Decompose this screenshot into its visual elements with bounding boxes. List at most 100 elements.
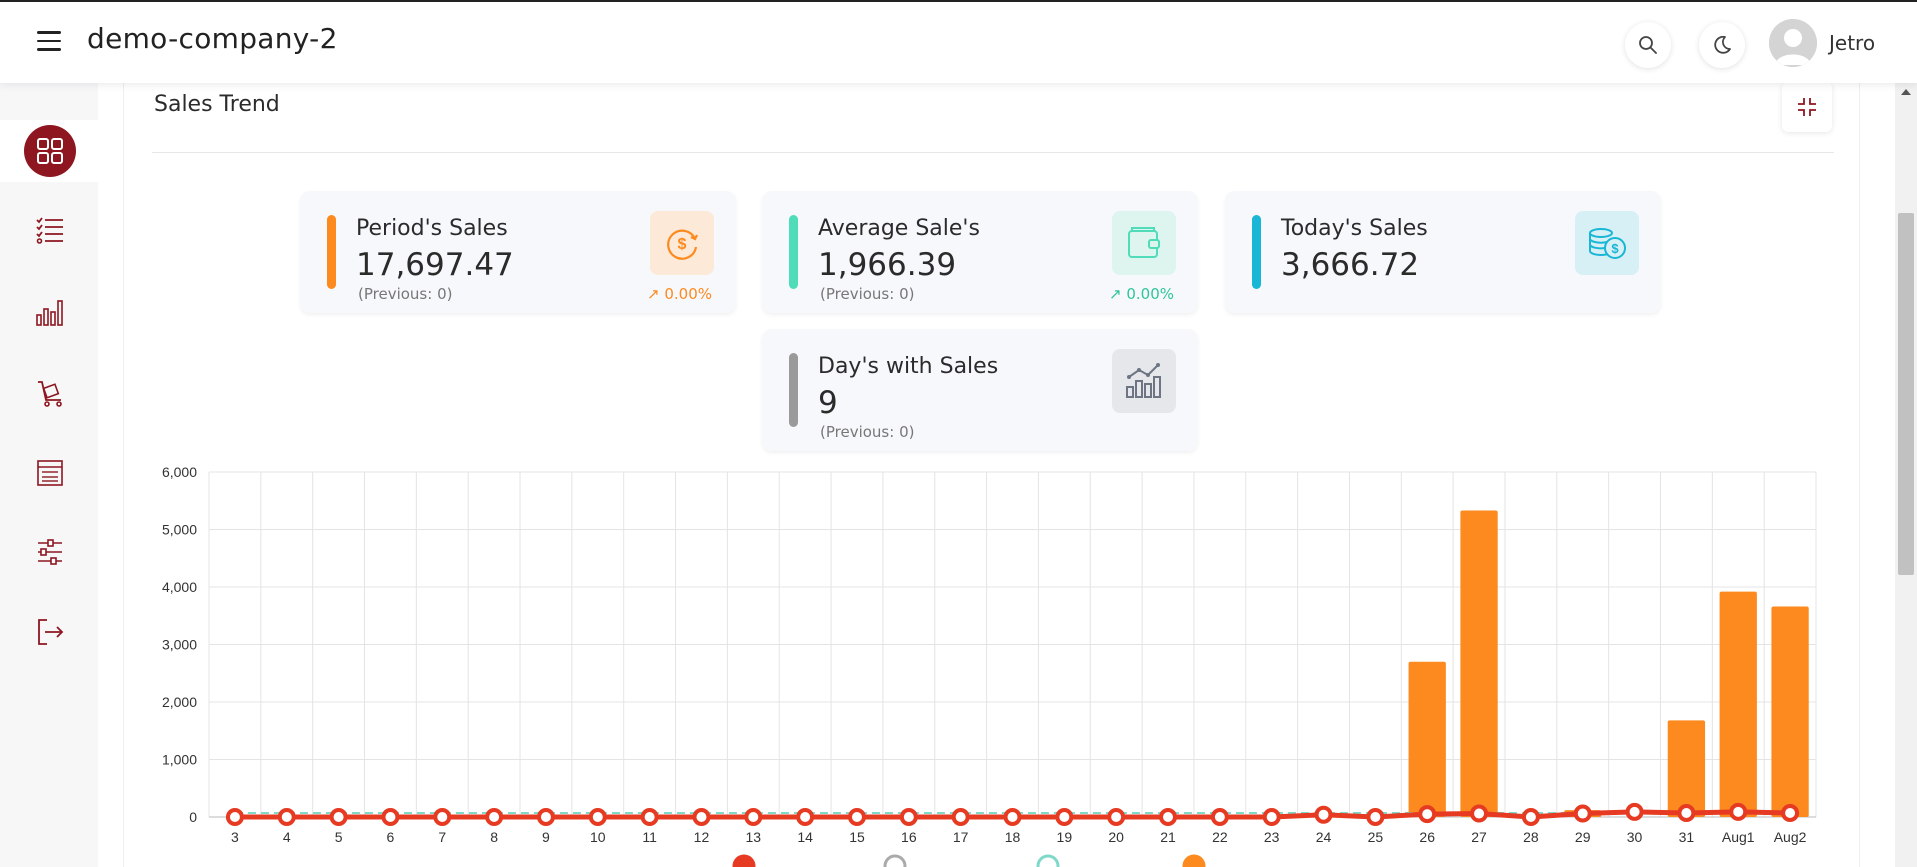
x-tick-label: Aug2 [1774, 829, 1807, 845]
scroll-up-arrow-icon[interactable] [1901, 89, 1911, 95]
moon-icon [1714, 35, 1731, 54]
sidebar-item-records[interactable] [24, 447, 76, 499]
kpi-accent-bar [789, 215, 798, 289]
x-tick-label: 16 [901, 829, 917, 845]
x-tick-label: 11 [642, 829, 657, 845]
x-tick-label: 27 [1471, 829, 1487, 845]
sidebar-item-checklist[interactable] [24, 204, 76, 256]
line-point [277, 808, 296, 826]
sliders-icon [38, 539, 62, 565]
line-point [536, 808, 555, 826]
kpi-change-value: 0.00% [1126, 285, 1174, 303]
bar [1408, 661, 1446, 817]
x-tick-label: 21 [1160, 829, 1176, 845]
hamburger-icon[interactable] [37, 31, 61, 51]
x-tick-label: 31 [1679, 829, 1695, 845]
kpi-value: 17,697.47 [356, 247, 514, 283]
x-tick-label: 8 [490, 829, 498, 845]
search-icon [1639, 36, 1657, 54]
line-point [1625, 802, 1644, 821]
search-button[interactable] [1625, 22, 1671, 68]
kpi-card-todays-sales: Today's Sales 3,666.72 $ [1225, 191, 1661, 313]
sidebar-item-settings[interactable] [24, 526, 76, 578]
kpi-icon-box: $ [1575, 211, 1639, 275]
line-point [640, 808, 659, 826]
bar [1667, 720, 1706, 817]
page-scrollbar[interactable] [1895, 83, 1917, 867]
y-tick-label: 5,000 [162, 522, 197, 538]
kpi-icon-box: $ [650, 211, 714, 275]
section-divider [152, 152, 1834, 153]
trend-up-icon: ↗ [1109, 285, 1127, 303]
kpi-previous: (Previous: 0) [358, 285, 453, 303]
x-tick-label: 12 [694, 829, 710, 845]
line-point [485, 808, 504, 826]
x-tick-label: 23 [1264, 829, 1280, 845]
kpi-previous: (Previous: 0) [820, 423, 915, 441]
collapse-button[interactable] [1782, 82, 1832, 132]
kpi-label: Day's with Sales [818, 354, 999, 379]
legend-marker [1182, 854, 1206, 867]
x-tick-label: 25 [1368, 829, 1384, 845]
x-tick-label: 18 [1005, 829, 1021, 845]
x-tick-label: 10 [590, 829, 606, 845]
y-tick-label: 2,000 [162, 694, 197, 710]
checklist-icon [36, 217, 63, 244]
line-point [1210, 808, 1229, 826]
sales-chart-svg: 0 1,000 2,000 3,000 4,000 5,000 6,000 3 4 5 6 7 8 9 10… [162, 464, 1817, 867]
coins-icon: $ [1589, 228, 1626, 259]
y-tick-label: 4,000 [162, 579, 197, 595]
kpi-card-days-with-sales: Day's with Sales 9 (Previous: 0) [762, 329, 1198, 451]
list-icon [37, 460, 63, 486]
avatar[interactable] [1769, 19, 1817, 67]
line-point [1573, 804, 1592, 823]
x-tick-label: 17 [953, 829, 969, 845]
legend-marker [883, 854, 907, 867]
x-tick-label: 24 [1316, 829, 1332, 845]
line-point [1262, 808, 1281, 826]
line-point [433, 808, 452, 826]
sidebar-item-inventory[interactable] [24, 367, 76, 419]
x-tick-label: 26 [1419, 829, 1435, 845]
bar [1460, 510, 1498, 817]
company-name: demo-company-2 [87, 22, 338, 55]
kpi-label: Period's Sales [356, 216, 508, 241]
bar [1771, 606, 1809, 817]
svg-text:$: $ [678, 236, 687, 253]
x-tick-label: 13 [746, 829, 762, 845]
kpi-value: 1,966.39 [818, 247, 957, 283]
line-point [1055, 808, 1074, 826]
line-point [1003, 808, 1022, 826]
line-point [1677, 803, 1696, 822]
y-tick-label: 6,000 [162, 464, 197, 480]
sidebar-item-reports[interactable] [24, 286, 76, 338]
line-point [1781, 803, 1800, 822]
bar [1719, 591, 1757, 817]
x-tick-label: 5 [335, 829, 343, 845]
sidebar-item-dashboard[interactable] [24, 125, 76, 177]
line-point [899, 808, 918, 826]
kpi-value: 3,666.72 [1281, 247, 1420, 283]
scrollbar-thumb[interactable] [1898, 213, 1914, 575]
y-tick-label: 1,000 [162, 752, 197, 768]
x-tick-label: 22 [1212, 829, 1228, 845]
x-tick-label: 9 [542, 829, 550, 845]
user-name[interactable]: Jetro [1829, 31, 1875, 55]
logout-icon [38, 619, 64, 645]
kpi-card-average-sales: Average Sale's 1,966.39 (Previous: 0) ↗ … [762, 191, 1198, 313]
trend-up-icon: ↗ [647, 285, 665, 303]
line-point [1521, 808, 1540, 826]
section-title: Sales Trend [154, 92, 280, 117]
kpi-icon-box [1112, 211, 1176, 275]
theme-toggle-button[interactable] [1699, 22, 1745, 68]
x-tick-label: 20 [1108, 829, 1124, 845]
sidebar-item-logout[interactable] [24, 606, 76, 658]
bar-chart-icon [36, 300, 63, 326]
line-point [1418, 805, 1437, 824]
wallet-icon [1128, 227, 1160, 258]
line-point [588, 808, 607, 826]
x-tick-label: 28 [1523, 829, 1539, 845]
kpi-value: 9 [818, 385, 838, 421]
x-tick-label: 7 [438, 829, 446, 845]
dollar-cycle-icon: $ [667, 229, 698, 260]
